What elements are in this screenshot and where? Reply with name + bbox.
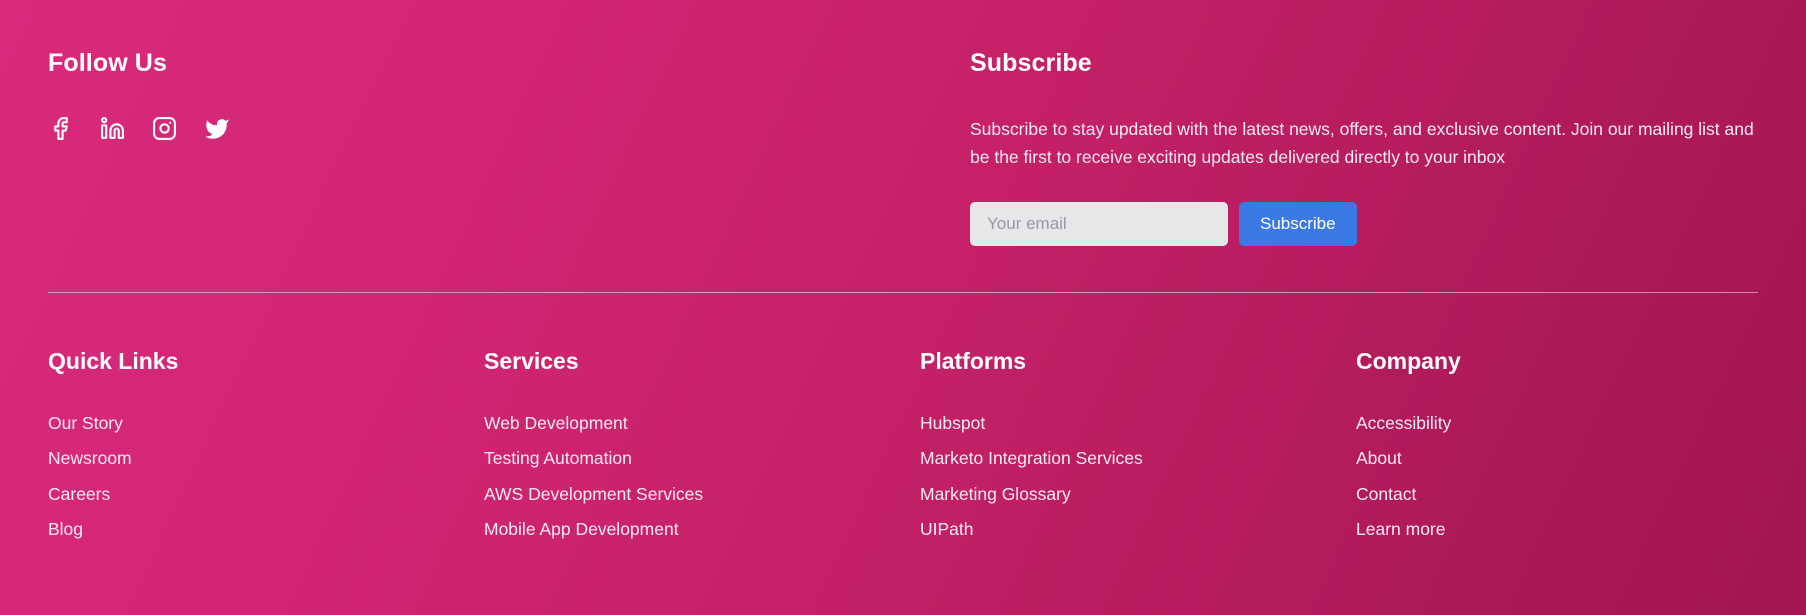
list-item: Contact [1356, 477, 1758, 513]
twitter-link[interactable] [204, 116, 229, 141]
footer-link-accessibility[interactable]: Accessibility [1356, 406, 1758, 442]
linkedin-icon [100, 116, 125, 141]
footer-link-aws-development-services[interactable]: AWS Development Services [484, 477, 920, 513]
social-links-row [48, 116, 922, 141]
subscribe-form: Subscribe [970, 201, 1758, 246]
footer-column-services: Services Web Development Testing Automat… [484, 348, 920, 548]
footer-link-mobile-app-development[interactable]: Mobile App Development [484, 512, 920, 548]
footer-link-marketing-glossary[interactable]: Marketing Glossary [920, 477, 1356, 513]
list-item: UIPath [920, 512, 1356, 548]
subscribe-button[interactable]: Subscribe [1239, 201, 1357, 246]
list-item: Marketing Glossary [920, 477, 1356, 513]
footer-column-platforms: Platforms Hubspot Marketo Integration Se… [920, 348, 1356, 548]
twitter-icon [204, 116, 230, 142]
linkedin-link[interactable] [100, 116, 125, 141]
list-item: Blog [48, 512, 484, 548]
column-link-list: Accessibility About Contact Learn more [1356, 406, 1758, 548]
column-link-list: Our Story Newsroom Careers Blog [48, 406, 484, 548]
column-link-list: Hubspot Marketo Integration Services Mar… [920, 406, 1356, 548]
list-item: AWS Development Services [484, 477, 920, 513]
footer-link-newsroom[interactable]: Newsroom [48, 441, 484, 477]
list-item: Accessibility [1356, 406, 1758, 442]
footer-link-our-story[interactable]: Our Story [48, 406, 484, 442]
subscribe-heading: Subscribe [970, 49, 1092, 77]
footer-link-uipath[interactable]: UIPath [920, 512, 1356, 548]
footer-link-careers[interactable]: Careers [48, 477, 484, 513]
footer-link-columns: Quick Links Our Story Newsroom Careers B… [48, 293, 1758, 548]
facebook-link[interactable] [48, 116, 73, 141]
column-heading: Platforms [920, 348, 1027, 374]
column-heading: Quick Links [48, 348, 179, 374]
footer-link-blog[interactable]: Blog [48, 512, 484, 548]
subscribe-section: Subscribe Subscribe to stay updated with… [922, 48, 1758, 246]
email-input[interactable] [970, 201, 1228, 246]
footer-link-contact[interactable]: Contact [1356, 477, 1758, 513]
column-heading: Company [1356, 348, 1461, 374]
footer-column-company: Company Accessibility About Contact Lear… [1356, 348, 1758, 548]
list-item: Newsroom [48, 441, 484, 477]
list-item: Mobile App Development [484, 512, 920, 548]
footer-column-quick-links: Quick Links Our Story Newsroom Careers B… [48, 348, 484, 548]
list-item: Hubspot [920, 406, 1356, 442]
footer-link-learn-more[interactable]: Learn more [1356, 512, 1758, 548]
footer-top-area: Follow Us Subscribe Subscribe to stay up… [48, 0, 1758, 292]
list-item: Careers [48, 477, 484, 513]
list-item: Testing Automation [484, 441, 920, 477]
column-link-list: Web Development Testing Automation AWS D… [484, 406, 920, 548]
footer-link-about[interactable]: About [1356, 441, 1758, 477]
facebook-icon [48, 116, 73, 141]
list-item: About [1356, 441, 1758, 477]
footer-link-web-development[interactable]: Web Development [484, 406, 920, 442]
footer-link-hubspot[interactable]: Hubspot [920, 406, 1356, 442]
list-item: Web Development [484, 406, 920, 442]
column-heading: Services [484, 348, 579, 374]
instagram-icon [152, 116, 177, 141]
list-item: Marketo Integration Services [920, 441, 1356, 477]
site-footer: Follow Us Subscribe Subscribe to stay up… [0, 0, 1806, 615]
subscribe-description: Subscribe to stay updated with the lates… [970, 119, 1754, 168]
follow-us-section: Follow Us [48, 48, 922, 141]
list-item: Learn more [1356, 512, 1758, 548]
list-item: Our Story [48, 406, 484, 442]
instagram-link[interactable] [152, 116, 177, 141]
footer-link-marketo-integration-services[interactable]: Marketo Integration Services [920, 441, 1356, 477]
footer-link-testing-automation[interactable]: Testing Automation [484, 441, 920, 477]
follow-us-heading: Follow Us [48, 49, 167, 77]
